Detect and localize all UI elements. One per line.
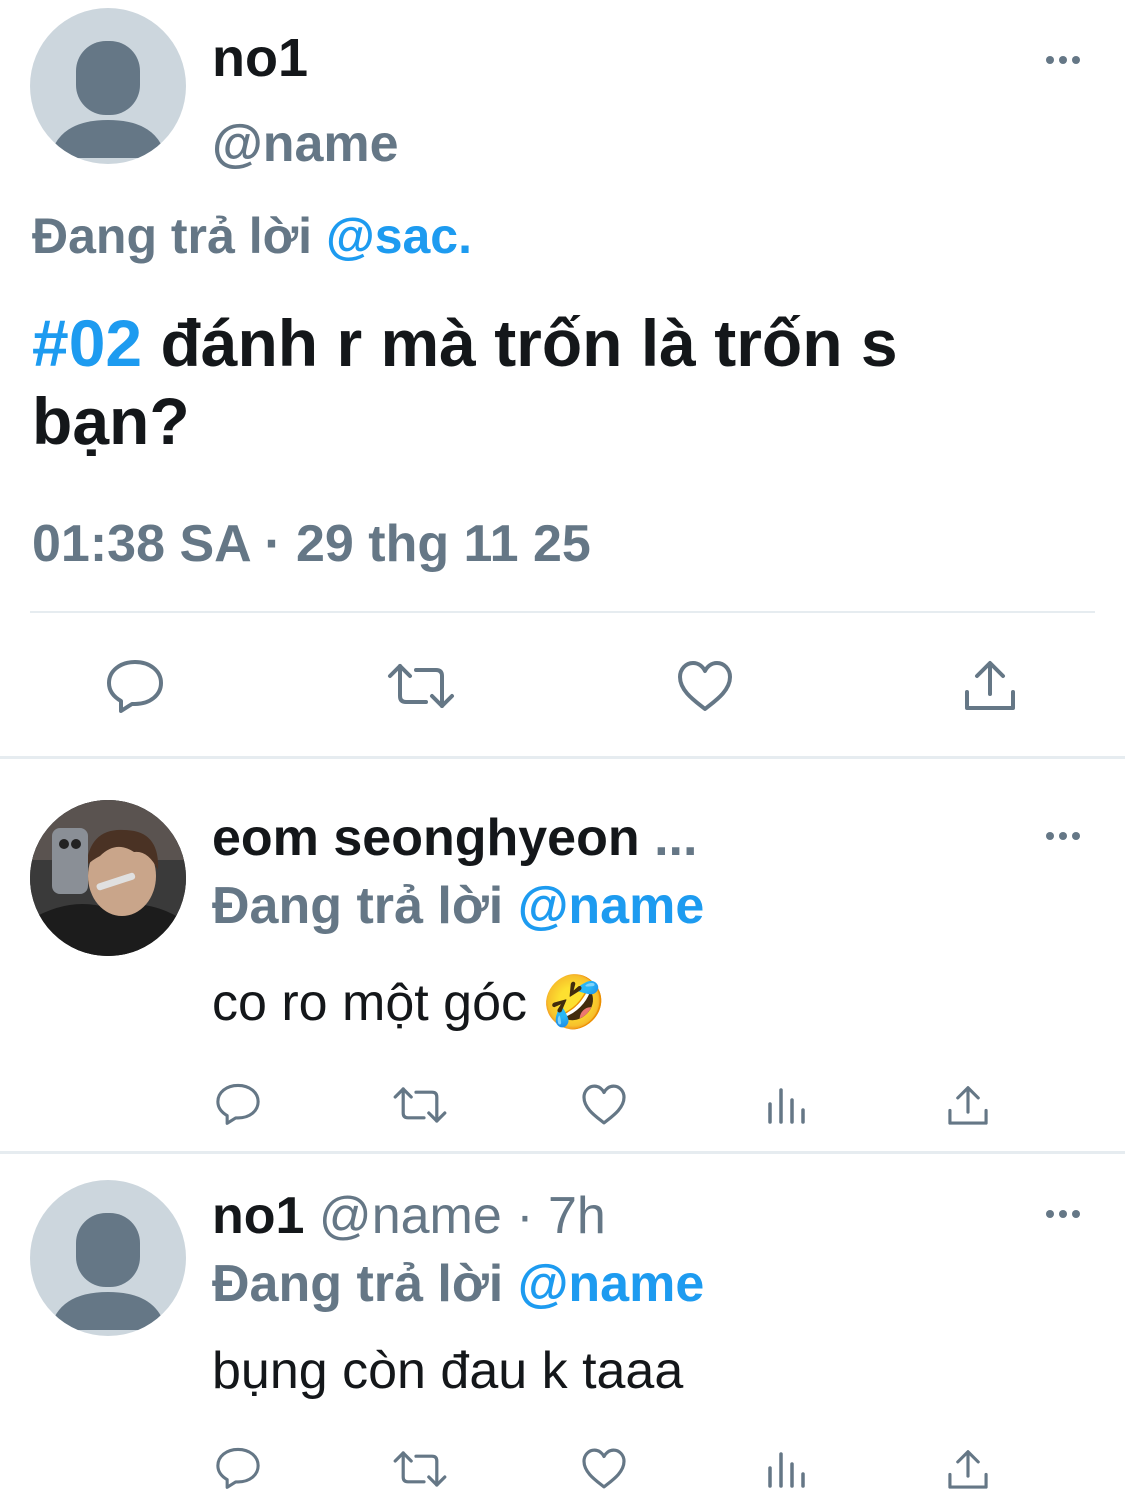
display-name[interactable]: no1	[212, 28, 308, 88]
heart-icon	[678, 661, 732, 711]
timestamp[interactable]: 01:38 SA · 29 thg 11 25	[32, 514, 591, 574]
reply-context: Đang trả lời @sac.	[32, 206, 472, 266]
display-name[interactable]: eom seonghyeon	[212, 809, 640, 867]
avatar[interactable]	[30, 800, 186, 956]
avatar[interactable]	[30, 1180, 186, 1336]
section-divider	[0, 1151, 1125, 1154]
share-upload-icon	[948, 1450, 988, 1489]
reply-context: Đang trả lời @name	[212, 876, 704, 936]
more-dots-icon	[1046, 56, 1080, 64]
share-button[interactable]	[962, 656, 1018, 714]
views-button[interactable]	[766, 1448, 806, 1490]
reply-context: Đang trả lời @name	[212, 1254, 704, 1314]
retweet-icon	[388, 664, 454, 708]
tweet-text: #02 đánh r mà trốn là trốn s bạn?	[32, 304, 898, 460]
avatar[interactable]	[30, 8, 186, 164]
like-button[interactable]	[580, 1082, 628, 1127]
reply-button[interactable]	[214, 1080, 262, 1128]
hashtag-link[interactable]: #02	[32, 306, 142, 380]
divider	[30, 611, 1095, 613]
retweet-button[interactable]	[386, 660, 456, 712]
share-button[interactable]	[946, 1446, 990, 1492]
reply-bubble-icon	[216, 1083, 260, 1125]
default-avatar-icon	[50, 41, 166, 158]
like-button[interactable]	[580, 1446, 628, 1491]
reply-text: bụng còn đau k taaa	[212, 1342, 684, 1400]
tweet-text: co ro một góc 🤣	[212, 972, 606, 1034]
name-truncation: ...	[654, 809, 698, 867]
handle[interactable]: @name	[212, 114, 399, 174]
reply-prefix: Đang trả lời	[32, 208, 313, 264]
rofl-emoji-icon: 🤣	[541, 974, 607, 1032]
retweet-button[interactable]	[392, 1448, 448, 1490]
profile-photo	[30, 800, 186, 956]
section-divider	[0, 756, 1125, 759]
heart-icon	[582, 1448, 626, 1489]
reply-to-link[interactable]: @name	[518, 877, 705, 935]
share-upload-icon	[965, 661, 1015, 710]
reply-button[interactable]	[104, 656, 166, 716]
share-upload-icon	[948, 1086, 988, 1125]
share-button[interactable]	[946, 1082, 990, 1128]
tweet-text-line1: đánh r mà trốn là trốn s	[160, 306, 898, 380]
display-name[interactable]: no1	[212, 1187, 304, 1245]
retweet-icon	[393, 1087, 447, 1123]
reply-prefix: Đang trả lời	[212, 1255, 504, 1313]
reply-bubble-icon	[107, 660, 163, 713]
reply-prefix: Đang trả lời	[212, 877, 504, 935]
retweet-icon	[393, 1451, 447, 1487]
handle-and-time[interactable]: @name · 7h	[319, 1187, 606, 1245]
reply-to-link[interactable]: @sac.	[326, 208, 472, 264]
heart-icon	[582, 1084, 626, 1125]
like-button[interactable]	[675, 658, 735, 714]
reply-bubble-icon	[216, 1447, 260, 1489]
reply-header: eom seonghyeon ...	[212, 808, 697, 868]
retweet-button[interactable]	[392, 1084, 448, 1126]
more-dots-icon	[1046, 832, 1080, 840]
reply-button[interactable]	[214, 1444, 262, 1492]
reply-to-link[interactable]: @name	[518, 1255, 705, 1313]
reply-header: no1 @name · 7h	[212, 1186, 606, 1246]
more-button[interactable]	[1043, 826, 1083, 846]
views-button[interactable]	[766, 1084, 806, 1126]
more-button[interactable]	[1043, 1204, 1083, 1224]
default-avatar-icon	[50, 1213, 166, 1330]
reply-text: co ro một góc	[212, 974, 528, 1032]
tweet-text-line2: bạn?	[32, 384, 190, 458]
views-bar-chart-icon	[768, 1088, 805, 1124]
views-bar-chart-icon	[768, 1452, 805, 1488]
more-button[interactable]	[1043, 50, 1083, 70]
more-dots-icon	[1046, 1210, 1080, 1218]
